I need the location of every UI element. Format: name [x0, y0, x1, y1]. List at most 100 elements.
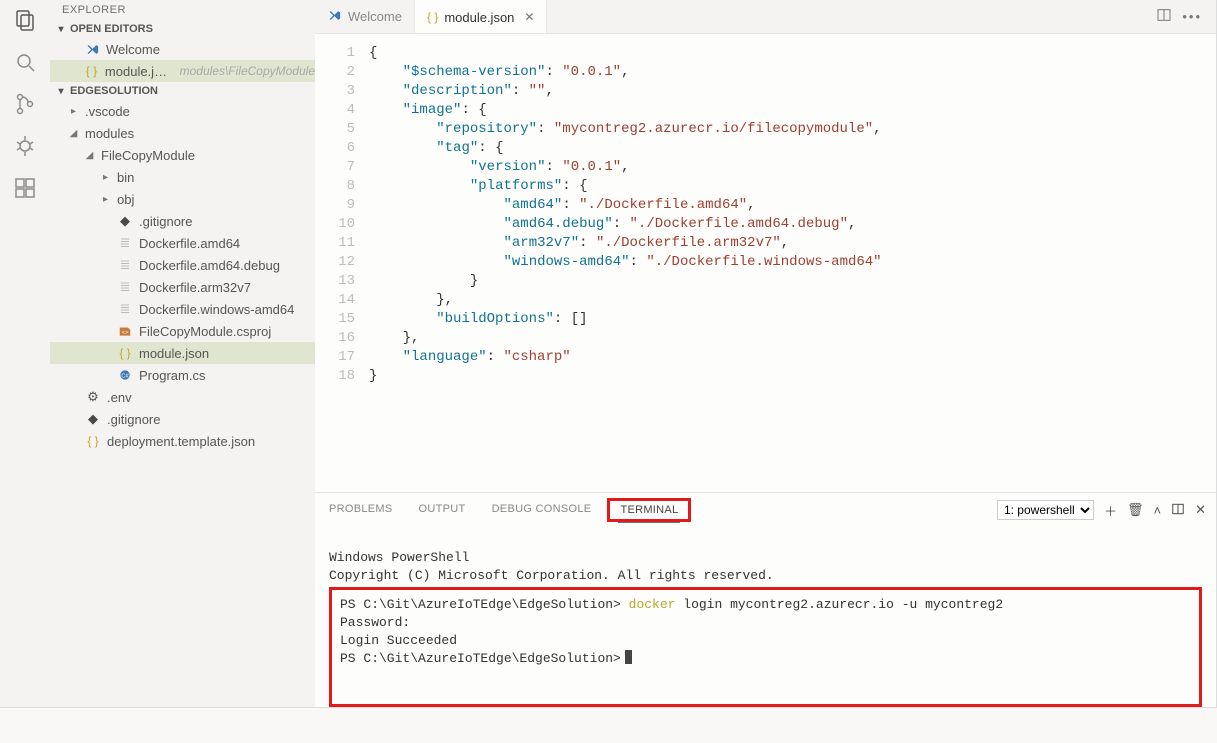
cs-icon: C#	[117, 368, 133, 382]
code-editor[interactable]: 123456789101112131415161718 { "$schema-v…	[315, 34, 1216, 492]
line-numbers: 123456789101112131415161718	[315, 34, 369, 492]
panel-up-icon[interactable]: ˄	[1154, 503, 1162, 518]
terminal-select[interactable]: 1: powershell	[997, 500, 1094, 520]
terminal-prompt: PS C:\Git\AzureIoTEdge\EdgeSolution>	[340, 651, 621, 666]
git-icon: ◆	[117, 213, 133, 229]
terminal-prompt: PS C:\Git\AzureIoTEdge\EdgeSolution>	[340, 597, 629, 612]
tree-file[interactable]: ≣Dockerfile.windows-amd64	[50, 298, 315, 320]
panel-tab-debug-console[interactable]: DEBUG CONSOLE	[490, 499, 594, 521]
bottom-panel: PROBLEMS OUTPUT DEBUG CONSOLE TERMINAL 1…	[315, 492, 1216, 707]
vs-logo-icon	[327, 8, 342, 26]
project-header[interactable]: ▾ EDGESOLUTION	[50, 82, 315, 100]
source-control-icon[interactable]	[11, 90, 39, 118]
tree-folder[interactable]: ▸ .vscode	[50, 100, 315, 122]
csproj-icon: <>	[117, 324, 133, 338]
terminal-cmd-args: login mycontreg2.azurecr.io -u mycontreg…	[675, 597, 1003, 612]
chevron-down-icon: ▾	[56, 24, 66, 35]
svg-text:<>: <>	[122, 330, 129, 336]
tree-folder[interactable]: ▸ bin	[50, 166, 315, 188]
file-label: Dockerfile.amd64.debug	[139, 258, 280, 273]
close-icon[interactable]: ✕	[520, 10, 534, 24]
document-icon: ≣	[117, 279, 133, 295]
file-label: Welcome	[106, 42, 160, 57]
search-icon[interactable]	[11, 48, 39, 76]
terminal-cmd: docker	[629, 597, 676, 612]
panel-tab-output[interactable]: OUTPUT	[417, 499, 468, 521]
file-label: .gitignore	[139, 214, 192, 229]
svg-text:C#: C#	[121, 373, 129, 379]
tree-folder[interactable]: ◢ FileCopyModule	[50, 144, 315, 166]
file-label: module.json	[139, 346, 209, 361]
explorer-icon[interactable]	[11, 6, 39, 34]
tab-label: Welcome	[348, 9, 402, 24]
panel-close-icon[interactable]: ✕	[1195, 502, 1206, 518]
tree-file[interactable]: ≣ Dockerfile.arm32v7	[50, 276, 315, 298]
file-label: FileCopyModule.csproj	[139, 324, 271, 339]
document-icon: ≣	[117, 257, 133, 273]
tree-file[interactable]: ≣ Dockerfile.amd64	[50, 232, 315, 254]
file-label: Dockerfile.amd64	[139, 236, 240, 251]
callout-terminal: TERMINAL	[607, 498, 691, 522]
file-label: module.json	[105, 64, 170, 79]
chevron-right-icon: ▸	[68, 106, 79, 117]
folder-label: .vscode	[85, 104, 130, 119]
tree-file[interactable]: { } deployment.template.json	[50, 430, 315, 452]
tab-welcome[interactable]: Welcome	[315, 0, 415, 33]
chevron-down-icon: ▾	[56, 86, 66, 97]
file-detail: modules\FileCopyModule	[176, 64, 315, 78]
folder-label: bin	[117, 170, 134, 185]
file-label: Dockerfile.windows-amd64	[139, 302, 294, 317]
document-icon: ≣	[117, 235, 133, 251]
tab-label: module.json	[444, 10, 514, 25]
terminal-line: Windows PowerShell	[329, 550, 469, 565]
file-label: .gitignore	[107, 412, 160, 427]
terminal[interactable]: Windows PowerShell Copyright (C) Microso…	[329, 531, 1202, 743]
tree-file[interactable]: <> FileCopyModule.csproj	[50, 320, 315, 342]
new-terminal-icon[interactable]: ＋	[1104, 501, 1117, 520]
tree-file[interactable]: ≣ Dockerfile.amd64.debug	[50, 254, 315, 276]
open-editor-item[interactable]: Welcome	[50, 38, 315, 60]
tab-modulejson[interactable]: { } module.json ✕	[415, 0, 548, 33]
open-editor-item[interactable]: { } module.json modules\FileCopyModule	[50, 60, 315, 82]
folder-label: modules	[85, 126, 134, 141]
more-icon[interactable]: •••	[1182, 9, 1202, 24]
terminal-line: Password:	[340, 615, 410, 630]
json-icon: { }	[84, 64, 99, 78]
callout-terminal-body: PS C:\Git\AzureIoTEdge\EdgeSolution> doc…	[329, 587, 1202, 707]
editor-tabs: Welcome { } module.json ✕ •••	[315, 0, 1216, 34]
open-editors-header[interactable]: ▾ OPEN EDITORS	[50, 20, 315, 38]
terminal-line: Login Succeeded	[340, 633, 457, 648]
chevron-right-icon: ▸	[100, 194, 111, 205]
tree-folder[interactable]: ◢ modules	[50, 122, 315, 144]
sidebar-title: EXPLORER	[50, 0, 315, 20]
terminal-line: Copyright (C) Microsoft Corporation. All…	[329, 568, 774, 583]
file-label: deployment.template.json	[107, 434, 255, 449]
split-editor-icon[interactable]	[1156, 7, 1172, 26]
json-icon: { }	[427, 10, 438, 24]
file-label: .env	[107, 390, 132, 405]
panel-tab-terminal[interactable]: TERMINAL	[618, 500, 680, 523]
chevron-down-icon: ◢	[84, 150, 95, 161]
sidebar: EXPLORER ▾ OPEN EDITORS Welcome{ }module…	[50, 0, 315, 707]
tree-file[interactable]: ◆.gitignore	[50, 408, 315, 430]
debug-icon[interactable]	[11, 132, 39, 160]
activity-bar	[0, 0, 50, 707]
vs-logo-icon	[84, 42, 100, 57]
tree-file[interactable]: ⚙.env	[50, 386, 315, 408]
tree-file[interactable]: C#Program.cs	[50, 364, 315, 386]
chevron-down-icon: ◢	[68, 128, 79, 139]
tree-folder[interactable]: ▸ obj	[50, 188, 315, 210]
extensions-icon[interactable]	[11, 174, 39, 202]
cursor	[625, 650, 632, 664]
tree-file[interactable]: ◆ .gitignore	[50, 210, 315, 232]
panel-controls: 1: powershell ＋ 🗑︎ ˄ ✕	[997, 500, 1206, 520]
file-label: Dockerfile.arm32v7	[139, 280, 251, 295]
kill-terminal-icon[interactable]: 🗑︎	[1127, 502, 1144, 518]
chevron-right-icon: ▸	[100, 172, 111, 183]
panel-tab-problems[interactable]: PROBLEMS	[327, 499, 395, 521]
json-icon: { }	[85, 434, 101, 448]
panel-layout-icon[interactable]	[1171, 502, 1185, 519]
folder-label: FileCopyModule	[101, 148, 195, 163]
folder-label: obj	[117, 192, 134, 207]
tree-file[interactable]: { }module.json	[50, 342, 315, 364]
